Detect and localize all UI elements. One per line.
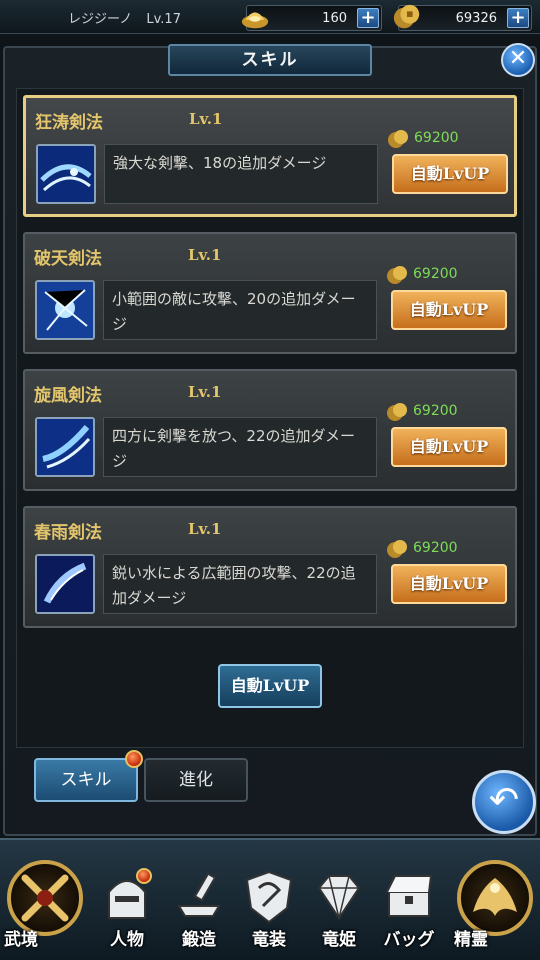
skill-level: Lv.1 <box>189 110 223 128</box>
coin-icon <box>387 266 407 284</box>
ingot-icon <box>241 12 269 29</box>
skill-description: 鋭い水による広範囲の攻撃、22の追加ダメージ <box>103 554 377 614</box>
panel-title: スキル <box>168 44 372 76</box>
nav-label: 精霊 <box>454 930 488 950</box>
nav-label: 鍛造 <box>182 930 216 950</box>
gem-value: 160 <box>322 11 347 26</box>
add-gems-button[interactable]: + <box>357 8 379 28</box>
skill-card[interactable]: 旋風剣法 Lv.1 四方に剣撃を放つ、22の追加ダメージ 69200 自動LvU… <box>23 369 517 491</box>
whirlwind-icon <box>35 417 95 477</box>
skill-name: 旋風剣法 <box>34 386 102 406</box>
coin-icon <box>387 540 407 558</box>
nav-label: 人物 <box>110 930 144 950</box>
close-button[interactable]: ✕ <box>501 43 535 77</box>
skill-cost: 69200 <box>385 401 515 425</box>
nav-dragon-princess[interactable]: 竜姫 <box>308 868 370 956</box>
dragon-shield-icon <box>245 870 293 924</box>
auto-lvup-button[interactable]: 自動LvUP <box>391 427 507 467</box>
rain-slash-icon <box>35 554 95 614</box>
notification-dot <box>136 868 152 884</box>
wave-slash-icon <box>36 144 96 204</box>
skill-name: 破天剣法 <box>34 249 102 269</box>
skill-level: Lv.1 <box>188 246 222 264</box>
player-info: レジジーノ Lv.17 <box>68 8 181 27</box>
gold-value: 69326 <box>455 11 497 26</box>
player-level: Lv.17 <box>146 12 181 27</box>
nav-bag[interactable]: バッグ <box>378 868 440 956</box>
tab-evolve[interactable]: 進化 <box>144 758 248 802</box>
cost-value: 69200 <box>413 266 458 282</box>
skill-name: 狂涛剣法 <box>35 113 103 133</box>
diamond-icon <box>317 875 361 920</box>
skill-name: 春雨剣法 <box>34 523 102 543</box>
skill-card[interactable]: 破天剣法 Lv.1 小範囲の敵に攻撃、20の追加ダメージ 69200 自動LvU… <box>23 232 517 354</box>
cost-value: 69200 <box>413 403 458 419</box>
coin-icon <box>387 403 407 421</box>
skill-level: Lv.1 <box>188 520 222 538</box>
auto-lvup-button[interactable]: 自動LvUP <box>392 154 508 194</box>
auto-lvup-button[interactable]: 自動LvUP <box>391 564 507 604</box>
anvil-hammer-icon <box>177 872 221 917</box>
player-name: レジジーノ <box>68 12 133 27</box>
tab-skill[interactable]: スキル <box>34 758 138 802</box>
skill-cost: 69200 <box>385 264 515 288</box>
skill-level: Lv.1 <box>188 383 222 401</box>
nav-label: 竜装 <box>252 930 286 950</box>
back-button[interactable]: ↶ <box>472 770 536 834</box>
skill-cost: 69200 <box>385 538 515 562</box>
nav-label: 竜姫 <box>322 930 356 950</box>
notification-dot <box>125 750 143 768</box>
coin-icon <box>388 130 408 148</box>
nav-forge[interactable]: 鍛造 <box>168 868 230 956</box>
nav-realm[interactable]: 武境 <box>4 860 86 956</box>
auto-lvup-button[interactable]: 自動LvUP <box>391 290 507 330</box>
skill-description: 強大な剣撃、18の追加ダメージ <box>104 144 378 204</box>
nav-label: 武境 <box>4 930 38 950</box>
top-bar: レジジーノ Lv.17 160 + 69326 + <box>0 0 540 34</box>
coin-icon <box>393 4 420 29</box>
nav-dragon-gear[interactable]: 竜装 <box>238 868 300 956</box>
cost-value: 69200 <box>414 130 459 146</box>
burst-slash-icon <box>35 280 95 340</box>
skill-card[interactable]: 狂涛剣法 Lv.1 強大な剣撃、18の追加ダメージ 69200 自動LvUP <box>23 95 517 217</box>
skill-card[interactable]: 春雨剣法 Lv.1 鋭い水による広範囲の攻撃、22の追加ダメージ 69200 自… <box>23 506 517 628</box>
cost-value: 69200 <box>413 540 458 556</box>
auto-lvup-all-button[interactable]: 自動LvUP <box>218 664 322 708</box>
nav-spirit[interactable]: 精霊 <box>454 860 536 956</box>
nav-label: バッグ <box>383 930 435 950</box>
skill-cost: 69200 <box>386 128 516 152</box>
skill-description: 四方に剣撃を放つ、22の追加ダメージ <box>103 417 377 477</box>
add-gold-button[interactable]: + <box>507 8 529 28</box>
skill-description: 小範囲の敵に攻撃、20の追加ダメージ <box>103 280 377 340</box>
chest-icon <box>386 875 433 917</box>
